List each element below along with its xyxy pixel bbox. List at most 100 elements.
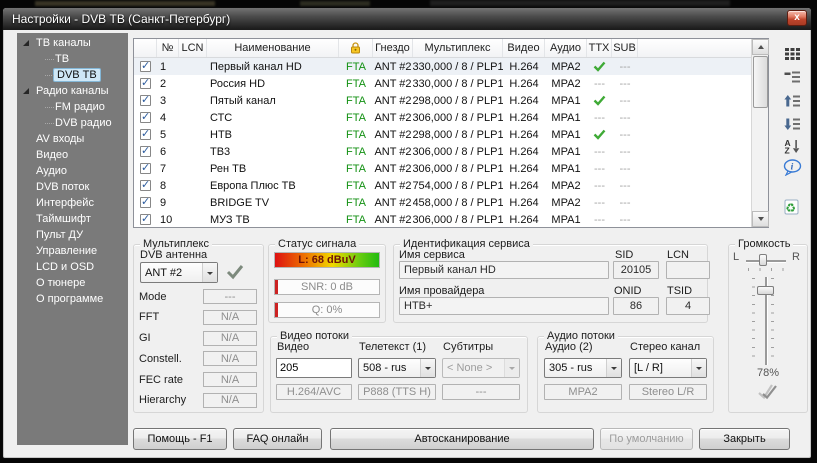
sidebar-item[interactable]: Радио каналы: [17, 83, 128, 99]
channel-enabled-checkbox[interactable]: [140, 95, 151, 106]
close-window-button[interactable]: x: [787, 10, 807, 26]
antenna-select[interactable]: ANT #2: [140, 262, 218, 283]
column-header-multiplex[interactable]: Мультиплекс: [413, 39, 503, 57]
close-button[interactable]: Закрыть: [699, 428, 790, 450]
cell-select: [134, 160, 157, 177]
channel-enabled-checkbox[interactable]: [140, 180, 151, 191]
autoscan-button[interactable]: Автосканирование: [330, 428, 594, 450]
rescan-list-icon[interactable]: ♻: [779, 197, 805, 217]
antenna-apply-check-icon[interactable]: [226, 264, 244, 285]
cell-sub: ---: [612, 109, 638, 126]
channel-enabled-checkbox[interactable]: [140, 78, 151, 89]
chevron-down-icon[interactable]: [691, 359, 706, 377]
lcn-label: LCN: [667, 249, 689, 261]
subtitles-selected-value: < None >: [443, 359, 504, 377]
chevron-down-icon: [504, 359, 519, 377]
sidebar-item[interactable]: AV входы: [17, 131, 128, 147]
channel-row[interactable]: 3Пятый каналFTAANT #2298,000 / 8 / PLP1H…: [134, 92, 768, 109]
sort-az-icon[interactable]: AZ: [779, 136, 805, 156]
column-header-ttx[interactable]: TTX: [587, 39, 612, 57]
cell-access: FTA: [339, 177, 373, 194]
sidebar-item[interactable]: DVB поток: [17, 179, 128, 195]
channel-row[interactable]: 2Россия HDFTAANT #2330,000 / 8 / PLP1H.2…: [134, 75, 768, 92]
sidebar-item[interactable]: Таймшифт: [17, 211, 128, 227]
column-header-sub[interactable]: SUB: [612, 39, 638, 57]
volume-slider-handle[interactable]: [757, 286, 774, 295]
sidebar-item[interactable]: DVB радио: [17, 115, 128, 131]
channel-row[interactable]: 7Рен ТВFTAANT #2306,000 / 8 / PLP1H.264M…: [134, 160, 768, 177]
audio-select[interactable]: 305 - rus: [544, 358, 622, 378]
sidebar-item[interactable]: DVB ТВ: [17, 67, 128, 83]
channel-enabled-checkbox[interactable]: [140, 61, 151, 72]
scrollbar-thumb[interactable]: [753, 56, 768, 108]
video-pid-input[interactable]: [276, 358, 352, 378]
sidebar-item[interactable]: FM радио: [17, 99, 128, 115]
column-header-name[interactable]: Наименование: [207, 39, 339, 57]
faq-online-button[interactable]: FAQ онлайн: [233, 428, 322, 450]
dvb-antenna-label: DVB антенна: [140, 249, 207, 261]
sidebar-item[interactable]: ТВ: [17, 51, 128, 67]
chevron-down-icon[interactable]: [202, 263, 217, 282]
cell-select: [134, 194, 157, 211]
multiplex-params: Mode---FFTN/AGIN/AConstell.N/AFEC rateN/…: [139, 289, 257, 408]
balance-slider-handle[interactable]: [759, 254, 767, 266]
sidebar-item[interactable]: Пульт ДУ: [17, 227, 128, 243]
sidebar-item[interactable]: Видео: [17, 147, 128, 163]
stereo-mode-select[interactable]: [L / R]: [629, 358, 707, 378]
column-header-audio[interactable]: Аудио: [545, 39, 587, 57]
channel-enabled-checkbox[interactable]: [140, 163, 151, 174]
provider-label: Имя провайдера: [399, 285, 484, 297]
channel-row[interactable]: 8Европа Плюс ТВFTAANT #2754,000 / 8 / PL…: [134, 177, 768, 194]
stereo-check-icon[interactable]: [755, 382, 779, 406]
table-scrollbar[interactable]: [751, 39, 768, 227]
column-header-lock[interactable]: [339, 39, 373, 57]
column-header-lcn[interactable]: LCN: [179, 39, 207, 57]
channel-row[interactable]: 5НТВFTAANT #2298,000 / 8 / PLP1H.264MPA1…: [134, 126, 768, 143]
column-header-video[interactable]: Видео: [503, 39, 545, 57]
sidebar-item[interactable]: Интерфейс: [17, 195, 128, 211]
channel-row[interactable]: 1Первый канал HDFTAANT #2330,000 / 8 / P…: [134, 58, 768, 75]
lock-icon: [350, 42, 361, 54]
channel-row[interactable]: 6ТВ3FTAANT #2306,000 / 8 / PLP1H.264MPA1…: [134, 143, 768, 160]
help-button[interactable]: Помощь - F1: [133, 428, 227, 450]
sidebar-item[interactable]: О тюнере: [17, 275, 128, 291]
sidebar-item[interactable]: ТВ каналы: [17, 35, 128, 51]
move-channel-down-icon[interactable]: [779, 114, 805, 134]
cell-multiplex: 298,000 / 8 / PLP1: [413, 92, 503, 109]
channel-enabled-checkbox[interactable]: [140, 112, 151, 123]
channel-enabled-checkbox[interactable]: [140, 214, 151, 225]
column-header-socket[interactable]: Гнездо: [373, 39, 413, 57]
sidebar-item[interactable]: LCD и OSD: [17, 259, 128, 275]
chevron-down-icon[interactable]: [606, 359, 621, 377]
channel-enabled-checkbox[interactable]: [140, 197, 151, 208]
sid-field: 20105: [613, 261, 659, 279]
chevron-down-icon[interactable]: [420, 359, 435, 377]
balance-right-label: R: [792, 251, 800, 263]
teletext-select[interactable]: 508 - rus: [358, 358, 436, 378]
tree-expand-icon[interactable]: [23, 88, 29, 94]
column-select-icon[interactable]: [779, 44, 805, 64]
tree-expand-icon[interactable]: [23, 40, 29, 46]
cell-lcn: [179, 75, 207, 92]
channel-row[interactable]: 4СТСFTAANT #2306,000 / 8 / PLP1H.264MPA1…: [134, 109, 768, 126]
cell-access: FTA: [339, 194, 373, 211]
sidebar-item[interactable]: О программе: [17, 291, 128, 307]
channel-info-icon[interactable]: i: [779, 157, 805, 177]
sidebar-item[interactable]: Аудио: [17, 163, 128, 179]
scroll-up-button[interactable]: [752, 39, 769, 55]
channel-row[interactable]: 10МУЗ ТВFTAANT #2306,000 / 8 / PLP1H.264…: [134, 211, 768, 228]
sidebar-item[interactable]: Управление: [17, 243, 128, 259]
channel-row[interactable]: 9BRIDGE TVFTAANT #2458,000 / 8 / PLP1H.2…: [134, 194, 768, 211]
cell-audio: MPA2: [545, 58, 587, 75]
remove-channel-icon[interactable]: [779, 67, 805, 87]
channel-enabled-checkbox[interactable]: [140, 146, 151, 157]
cell-sub: ---: [612, 92, 638, 109]
column-header-num[interactable]: №: [157, 39, 179, 57]
move-channel-up-icon[interactable]: [779, 91, 805, 111]
cell-ttx: [587, 92, 612, 109]
scroll-down-button[interactable]: [752, 211, 769, 227]
channel-enabled-checkbox[interactable]: [140, 129, 151, 140]
cell-socket: ANT #2: [373, 109, 413, 126]
cell-video: H.264: [503, 92, 545, 109]
service-name-label: Имя сервиса: [399, 249, 465, 261]
